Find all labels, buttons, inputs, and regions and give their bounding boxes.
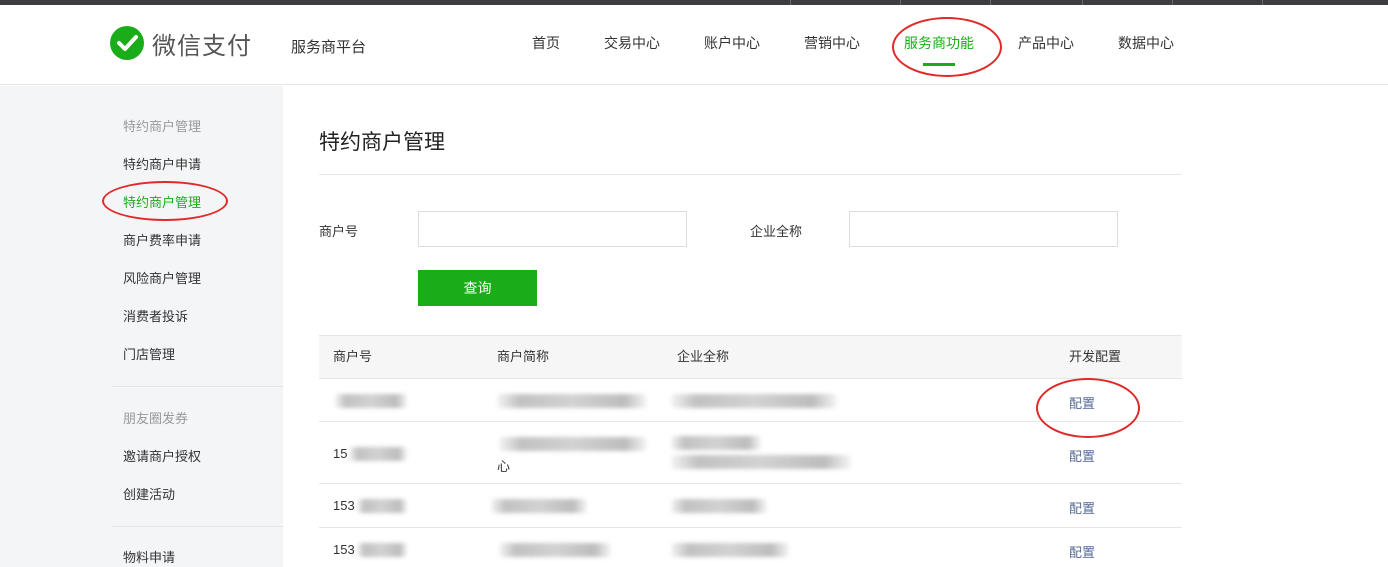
nav-data-center[interactable]: 数据中心 [1096,5,1196,85]
merchant-id-cell: 15 [333,446,348,461]
nav-label: 服务商功能 [904,35,974,51]
config-link[interactable]: 配置 [1069,446,1095,465]
table-row: 153 配置 [319,528,1182,567]
query-button[interactable]: 查询 [418,270,537,306]
merchant-id-input[interactable] [418,211,687,247]
sidebar-item-risk-merchant[interactable]: 风险商户管理 [112,260,283,298]
nav-marketing-center[interactable]: 营销中心 [782,5,882,85]
sidebar-divider [112,386,283,387]
nav-trade-center[interactable]: 交易中心 [582,5,682,85]
nav-home[interactable]: 首页 [510,5,582,85]
short-name-cell: 心 [497,459,511,474]
table-row: 15 心 配置 [319,422,1182,484]
wechat-pay-logo[interactable]: 微信支付 [110,26,252,60]
redacted-merchant-id [349,447,407,461]
sidebar-item-merchant-manage[interactable]: 特约商户管理 [112,184,283,222]
sidebar: 特约商户管理 特约商户申请 特约商户管理 商户费率申请 风险商户管理 消费者投诉… [0,86,283,567]
nav-label: 交易中心 [604,35,660,51]
sidebar-group-merchant: 特约商户管理 特约商户申请 特约商户管理 商户费率申请 风险商户管理 消费者投诉… [112,108,283,374]
nav-label: 产品中心 [1018,35,1074,51]
active-underline [923,63,955,66]
sidebar-item-rate-apply[interactable]: 商户费率申请 [112,222,283,260]
redacted-full-name [671,455,851,469]
top-header: 微信支付 服务商平台 首页 交易中心 账户中心 营销中心 服务商功能 产品中心 … [0,5,1388,85]
col-merchant-id: 商户号 [333,349,373,364]
table-row: 153 配置 [319,484,1182,528]
merchant-id-cell: 153 [333,542,355,557]
redacted-short-name [499,543,611,557]
main-nav: 首页 交易中心 账户中心 营销中心 服务商功能 产品中心 数据中心 [510,5,1196,85]
sidebar-group-moments: 朋友圈发券 邀请商户授权 创建活动 [112,400,283,514]
merchant-table: 商户号 商户简称 企业全称 开发配置 配置 15 心 配置 153 配置 153… [319,335,1182,567]
logo-text: 微信支付 [152,32,252,60]
sidebar-group-materials: 物料申请 [112,539,283,567]
nav-account-center[interactable]: 账户中心 [682,5,782,85]
col-short-name: 商户简称 [497,349,550,364]
sidebar-item-material-apply[interactable]: 物料申请 [112,539,283,567]
platform-name: 服务商平台 [291,39,367,56]
sidebar-item-invite-auth[interactable]: 邀请商户授权 [112,438,283,476]
merchant-id-label: 商户号 [319,224,359,239]
col-full-name: 企业全称 [677,349,730,364]
nav-label: 营销中心 [804,35,860,51]
config-link[interactable]: 配置 [1069,542,1095,561]
config-link[interactable]: 配置 [1069,498,1095,517]
company-name-label: 企业全称 [750,224,803,239]
sidebar-divider [112,526,283,527]
page-title: 特约商户管理 [319,131,445,154]
redacted-full-name [671,394,837,408]
sidebar-group-title: 特约商户管理 [123,119,202,134]
merchant-id-cell: 153 [333,498,355,513]
company-name-input[interactable] [849,211,1118,247]
redacted-full-name [671,543,789,557]
redacted-full-name [671,436,761,450]
title-divider [319,174,1182,175]
nav-label: 账户中心 [704,35,760,51]
nav-label: 首页 [532,35,560,51]
config-link[interactable]: 配置 [1069,393,1095,412]
table-row: 配置 [319,379,1182,422]
nav-label: 数据中心 [1118,35,1174,51]
table-header: 商户号 商户简称 企业全称 开发配置 [319,335,1182,379]
sidebar-item-complaints[interactable]: 消费者投诉 [112,298,283,336]
nav-provider-functions[interactable]: 服务商功能 [882,5,996,85]
sidebar-item-merchant-apply[interactable]: 特约商户申请 [112,146,283,184]
redacted-full-name [671,499,767,513]
redacted-merchant-id [357,543,407,557]
sidebar-item-stores[interactable]: 门店管理 [112,336,283,374]
redacted-short-name [497,394,647,408]
redacted-short-name [491,499,587,513]
redacted-merchant-id [335,394,407,408]
col-dev-config: 开发配置 [1069,349,1122,364]
sidebar-item-create-activity[interactable]: 创建活动 [112,476,283,514]
redacted-short-name [499,437,647,451]
redacted-merchant-id [357,499,407,513]
wechat-pay-check-icon [110,26,144,60]
nav-product-center[interactable]: 产品中心 [996,5,1096,85]
sidebar-group-title: 朋友圈发券 [123,411,189,426]
